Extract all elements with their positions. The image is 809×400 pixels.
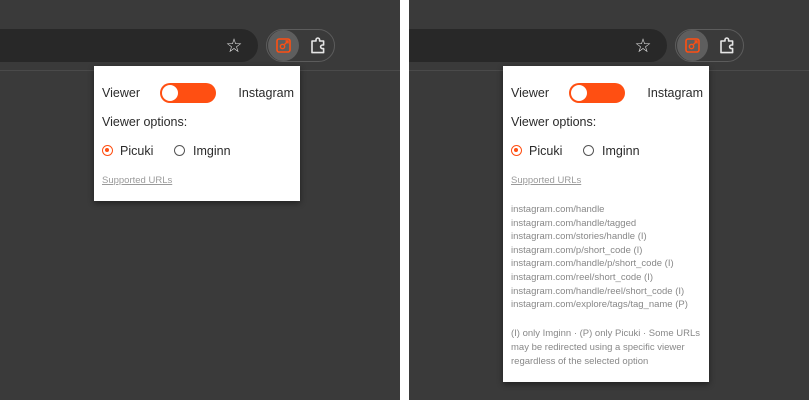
- url-notes: (I) only Imginn · (P) only Picuki · Some…: [511, 328, 700, 367]
- instagram-label: Instagram: [238, 86, 294, 100]
- list-item: instagram.com/reel/short_code (I): [511, 271, 654, 283]
- viewer-option-radios: Picuki Imginn: [102, 144, 292, 160]
- viewer-options-heading: Viewer options:: [102, 115, 188, 129]
- list-item: instagram.com/explore/tags/tag_name (P): [511, 299, 688, 311]
- mode-toggle-row: Viewer Instagram: [511, 83, 703, 103]
- supported-urls-link[interactable]: Supported URLs: [511, 175, 581, 186]
- list-item: instagram.com/p/short_code (I): [511, 244, 643, 256]
- star-icon[interactable]: ☆: [224, 36, 244, 56]
- imginn-label[interactable]: Imginn: [602, 144, 640, 158]
- browser-toolbar: ☆: [409, 0, 809, 70]
- viewer-extension-logo-icon: [685, 38, 700, 53]
- list-item: instagram.com/handle/p/short_code (I): [511, 258, 674, 270]
- list-item: instagram.com/stories/handle (I): [511, 231, 647, 243]
- supported-url-list: instagram.com/handle instagram.com/handl…: [511, 203, 688, 312]
- extension-popup: Viewer Instagram Viewer options: Picuki …: [503, 66, 709, 382]
- address-bar[interactable]: [409, 29, 667, 62]
- browser-window-right: ☆ Viewer Instagram Viewer options: Picuk…: [409, 0, 809, 400]
- puzzle-icon[interactable]: [308, 36, 328, 56]
- address-bar[interactable]: [0, 29, 258, 62]
- picuki-label[interactable]: Picuki: [529, 144, 562, 158]
- viewer-instagram-toggle[interactable]: [569, 83, 625, 103]
- star-icon[interactable]: ☆: [633, 36, 653, 56]
- picuki-label[interactable]: Picuki: [120, 144, 153, 158]
- browser-window-left: ☆ Viewer Instagram Viewer options: Picuk…: [0, 0, 400, 400]
- extension-popup: Viewer Instagram Viewer options: Picuki …: [94, 66, 300, 201]
- list-item: instagram.com/handle/tagged: [511, 217, 637, 229]
- viewer-extension-button[interactable]: [677, 30, 708, 61]
- viewer-options-heading: Viewer options:: [511, 115, 597, 129]
- list-item: instagram.com/handle/reel/short_code (I): [511, 285, 685, 297]
- viewer-extension-button[interactable]: [268, 30, 299, 61]
- imginn-label[interactable]: Imginn: [193, 144, 231, 158]
- toggle-knob: [571, 85, 587, 101]
- viewer-extension-logo-icon: [276, 38, 291, 53]
- viewer-option-radios: Picuki Imginn: [511, 144, 701, 160]
- toggle-knob: [162, 85, 178, 101]
- supported-urls-link[interactable]: Supported URLs: [102, 175, 172, 186]
- list-item: instagram.com/handle: [511, 204, 605, 215]
- viewer-instagram-toggle[interactable]: [160, 83, 216, 103]
- instagram-label: Instagram: [647, 86, 703, 100]
- imginn-radio[interactable]: [174, 145, 185, 156]
- imginn-radio[interactable]: [583, 145, 594, 156]
- viewer-label: Viewer: [511, 86, 549, 100]
- viewer-label: Viewer: [102, 86, 140, 100]
- puzzle-icon[interactable]: [717, 36, 737, 56]
- picuki-radio[interactable]: [102, 145, 113, 156]
- mode-toggle-row: Viewer Instagram: [102, 83, 294, 103]
- picuki-radio[interactable]: [511, 145, 522, 156]
- browser-toolbar: ☆: [0, 0, 400, 70]
